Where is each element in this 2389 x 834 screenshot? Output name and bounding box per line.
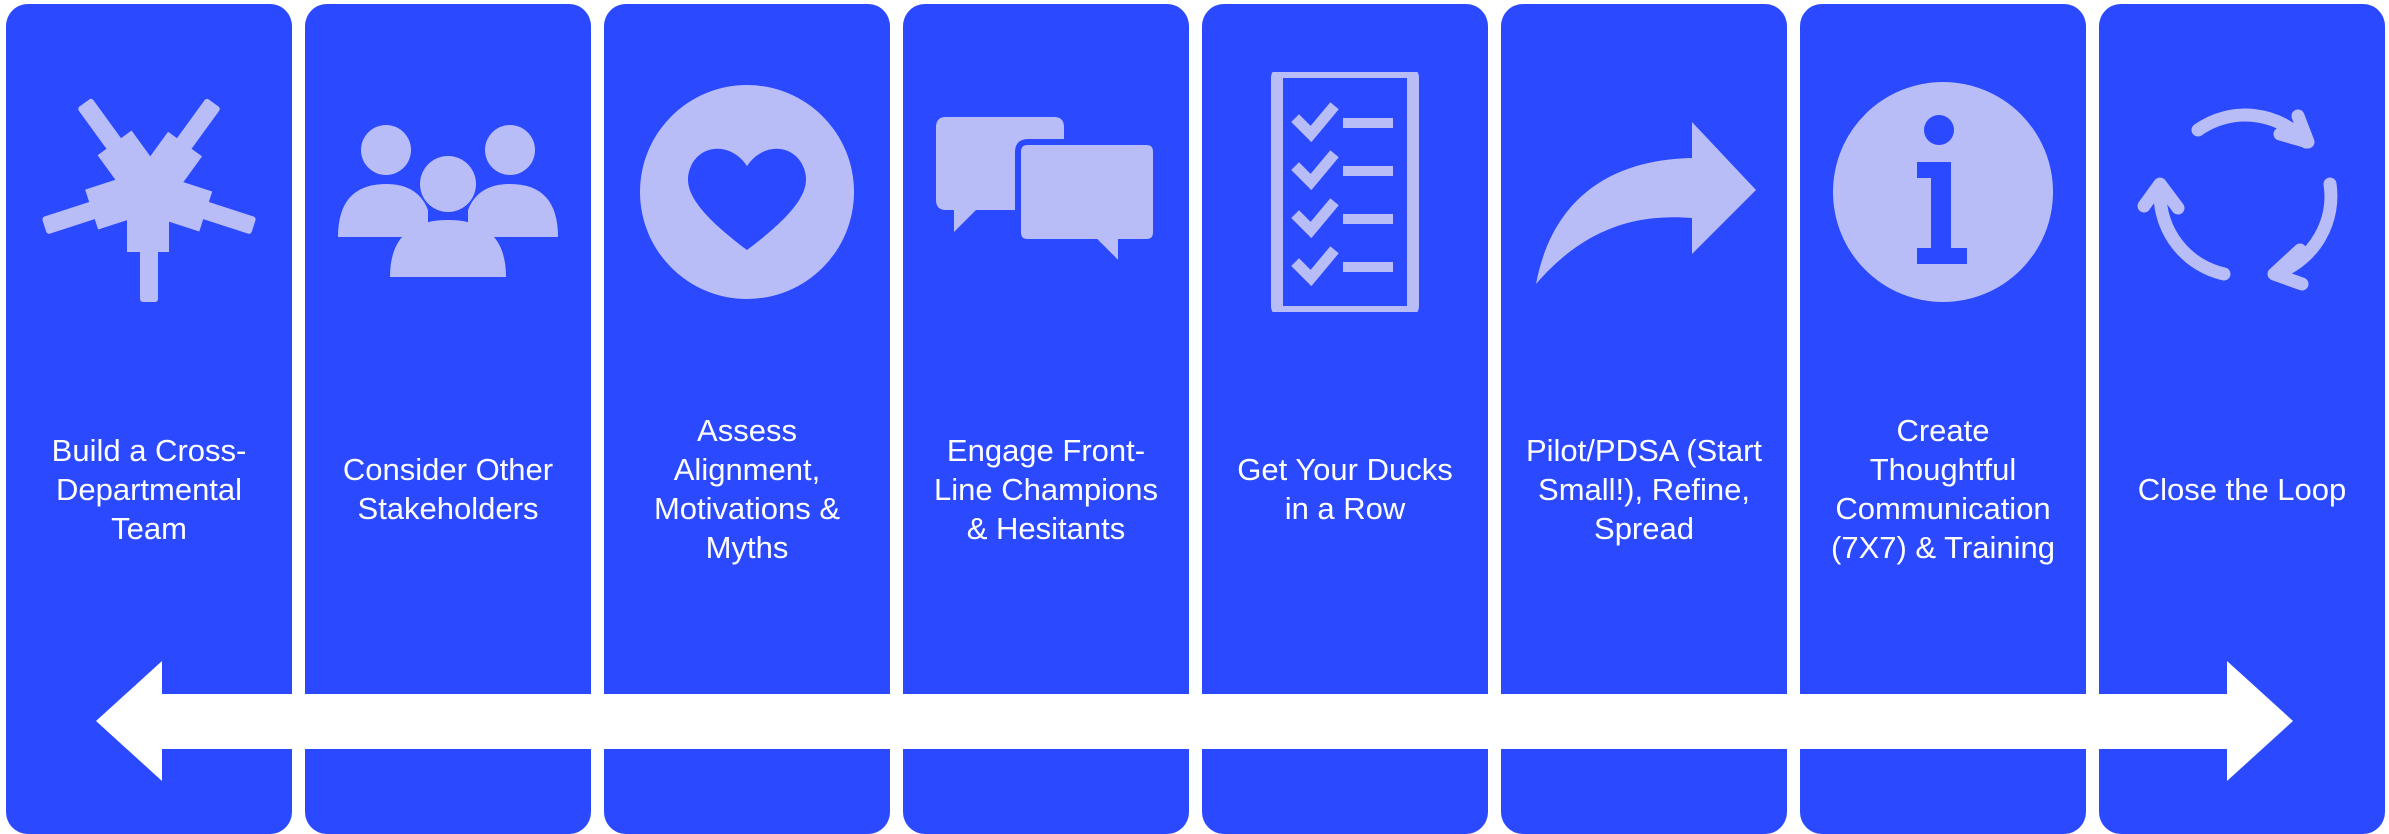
step-panel: Engage Front- Line Champions & Hesitants	[903, 4, 1189, 834]
step-panel: Get Your Ducks in a Row	[1202, 4, 1488, 834]
step-panel: Create Thoughtful Communication (7X7) & …	[1800, 4, 2086, 834]
step-label: Engage Front- Line Champions & Hesitants	[933, 432, 1159, 546]
curved-arrow-icon	[1524, 59, 1764, 324]
step-panel: Pilot/PDSA (Start Small!), Refine, Sprea…	[1501, 4, 1787, 834]
people-group-icon	[328, 59, 568, 324]
info-icon	[1823, 59, 2063, 324]
step-panel: Build a Cross- Departmental Team	[6, 4, 292, 834]
step-label: Consider Other Stakeholders	[342, 452, 554, 526]
step-label: Build a Cross- Departmental Team	[51, 432, 247, 546]
step-label: Pilot/PDSA (Start Small!), Refine, Sprea…	[1525, 432, 1763, 546]
process-steps: Build a Cross- Departmental Team Conside…	[0, 0, 2389, 834]
checklist-icon	[1225, 59, 1465, 324]
step-label: Create Thoughtful Communication (7X7) & …	[1831, 413, 2055, 565]
step-panel: Assess Alignment, Motivations & Myths	[604, 4, 890, 834]
step-label: Close the Loop	[2137, 471, 2347, 507]
step-label: Get Your Ducks in a Row	[1237, 452, 1453, 526]
chat-bubbles-icon	[926, 59, 1166, 324]
step-panel: Close the Loop	[2099, 4, 2385, 834]
cycle-arrows-icon	[2122, 59, 2362, 324]
hands-circle-icon	[29, 59, 269, 324]
step-panel: Consider Other Stakeholders	[305, 4, 591, 834]
heart-icon	[627, 59, 867, 324]
step-label: Assess Alignment, Motivations & Myths	[653, 413, 841, 565]
